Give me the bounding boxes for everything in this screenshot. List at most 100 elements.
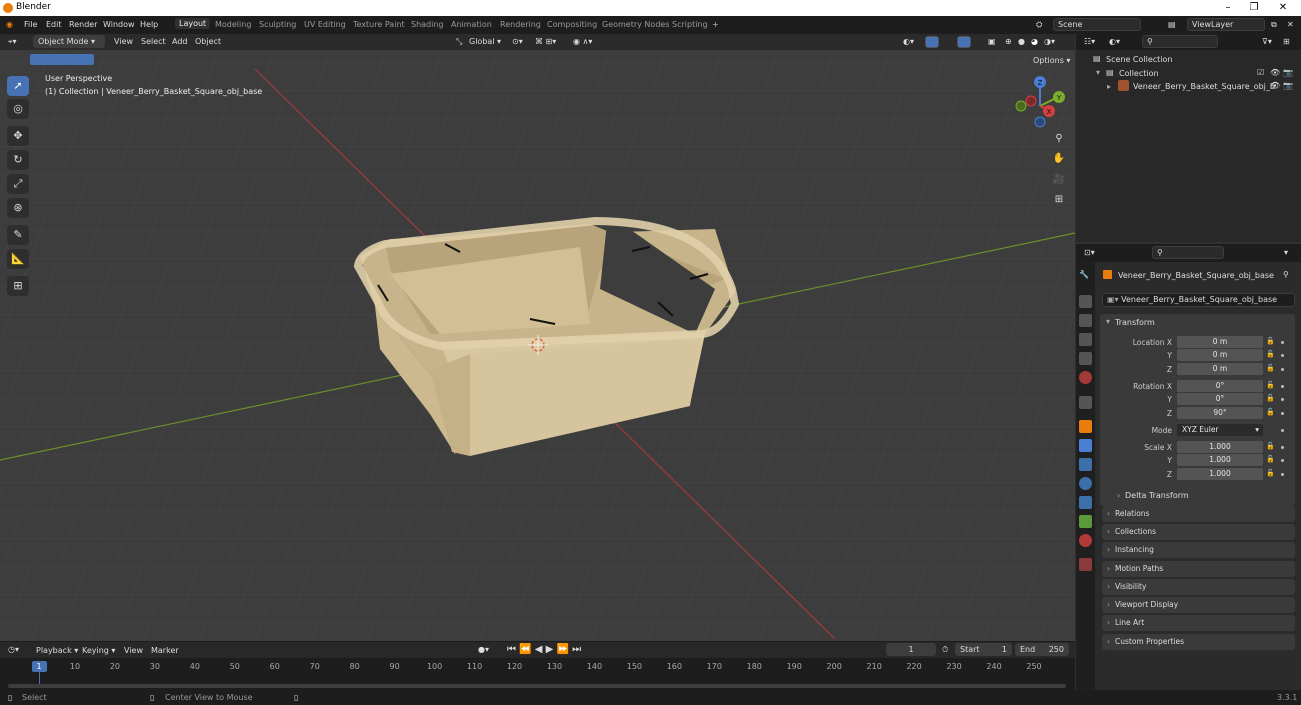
keyframe-dot-icon[interactable] xyxy=(1281,398,1284,401)
orientation-chevron-icon[interactable]: ▾ xyxy=(497,37,501,46)
stopwatch-icon[interactable]: ⏱ xyxy=(942,645,948,655)
location-z-field[interactable]: 0 m xyxy=(1177,363,1263,375)
snap-icon[interactable]: ⌘ ⊞▾ xyxy=(535,37,556,46)
wireframe-shading-icon[interactable]: ⊕ xyxy=(1005,37,1012,46)
start-frame-field[interactable]: Start 1 xyxy=(955,643,1012,656)
collection-checkbox-icon[interactable]: ☑ xyxy=(1257,68,1264,77)
properties-options-icon[interactable]: ▾ xyxy=(1284,248,1288,257)
pin-icon[interactable]: ⚲ xyxy=(1283,270,1289,279)
scene-tab-icon[interactable] xyxy=(1079,352,1092,365)
location-y-field[interactable]: 0 m xyxy=(1177,349,1263,361)
tab-geometry-nodes[interactable]: Geometry Nodes xyxy=(602,20,669,29)
panel-custom-properties[interactable]: Custom Properties xyxy=(1102,634,1295,650)
render-tab-icon[interactable] xyxy=(1079,295,1092,308)
menu-edit[interactable]: Edit xyxy=(46,20,62,29)
constraints-tab-icon[interactable] xyxy=(1079,496,1092,509)
tab-layout[interactable]: Layout xyxy=(175,18,211,29)
keyframe-dot-icon[interactable] xyxy=(1281,354,1284,357)
panel-relations[interactable]: Relations xyxy=(1102,506,1295,522)
scene-field[interactable]: Scene xyxy=(1053,18,1141,31)
scale-x-field[interactable]: 1.000 xyxy=(1177,441,1263,453)
tab-sculpting[interactable]: Sculpting xyxy=(259,20,296,29)
panel-visibility[interactable]: Visibility xyxy=(1102,579,1295,595)
scale-tool[interactable]: ⤢ xyxy=(7,174,29,194)
viewport-menu-select[interactable]: Select xyxy=(141,37,166,46)
3d-viewport[interactable]: Z Y X xyxy=(0,34,1075,641)
viewport-menu-object[interactable]: Object xyxy=(195,37,221,46)
texture-tab-icon[interactable] xyxy=(1079,558,1092,571)
menu-help[interactable]: Help xyxy=(140,20,158,29)
pivot-icon[interactable]: ⊙▾ xyxy=(512,37,523,46)
transform-title[interactable]: Transform xyxy=(1115,318,1155,327)
current-frame-field[interactable]: 1 xyxy=(886,643,936,656)
material-tab-icon[interactable] xyxy=(1079,534,1092,547)
timeline-menu-marker[interactable]: Marker xyxy=(151,646,179,655)
lock-icon[interactable]: 🔓 xyxy=(1266,408,1275,416)
object-eye-icon[interactable]: 👁 xyxy=(1270,81,1280,90)
output-tab-icon[interactable] xyxy=(1079,314,1092,327)
outliner-scene-collection[interactable]: Scene Collection xyxy=(1106,55,1173,64)
move-tool[interactable]: ✥ xyxy=(7,126,29,146)
timeline-menu-view[interactable]: View xyxy=(124,646,143,655)
proportional-edit-icon[interactable]: ◉ ∧▾ xyxy=(573,37,592,46)
visibility-icon[interactable]: ◐▾ xyxy=(903,37,914,46)
panel-collections[interactable]: Collections xyxy=(1102,524,1295,540)
tab-scripting[interactable]: Scripting xyxy=(672,20,708,29)
panel-motion-paths[interactable]: Motion Paths xyxy=(1102,561,1295,577)
filter-icon[interactable]: ⊽▾ xyxy=(1262,37,1272,46)
camera-icon[interactable]: 🎥 xyxy=(1050,171,1068,189)
tab-rendering[interactable]: Rendering xyxy=(500,20,541,29)
object-camera-icon[interactable]: 📷 xyxy=(1283,81,1293,90)
transform-tool[interactable]: ⊛ xyxy=(7,198,29,218)
outliner-search-input[interactable]: ⚲ xyxy=(1142,35,1218,48)
tab-animation[interactable]: Animation xyxy=(451,20,492,29)
lock-icon[interactable]: 🔓 xyxy=(1266,455,1275,463)
lock-icon[interactable]: 🔓 xyxy=(1266,469,1275,477)
scale-y-field[interactable]: 1.000 xyxy=(1177,454,1263,466)
keyframe-dot-icon[interactable] xyxy=(1281,385,1284,388)
rotation-mode-select[interactable]: XYZ Euler ▾ xyxy=(1177,424,1263,436)
rotation-x-field[interactable]: 0° xyxy=(1177,380,1263,392)
ortho-grid-icon[interactable]: ⊞ xyxy=(1050,191,1068,209)
overlay-toggle-icon[interactable] xyxy=(957,36,971,48)
delta-transform-subpanel[interactable]: Delta Transform xyxy=(1125,491,1189,500)
keyframe-dot-icon[interactable] xyxy=(1281,446,1284,449)
data-tab-icon[interactable] xyxy=(1079,515,1092,528)
cursor-tool[interactable]: ◎ xyxy=(7,99,29,119)
scene-icon[interactable]: ⛭ xyxy=(1036,20,1042,30)
modifier-tab-icon[interactable] xyxy=(1079,439,1092,452)
physics-tab-icon[interactable] xyxy=(1079,477,1092,490)
options-button[interactable]: Options ▾ xyxy=(1028,54,1076,67)
material-shading-icon[interactable]: ◕ xyxy=(1031,37,1038,46)
measure-tool[interactable]: 📐 xyxy=(7,249,29,269)
outliner-object[interactable]: Veneer_Berry_Basket_Square_obj_b xyxy=(1133,82,1275,91)
collection-tab-icon[interactable] xyxy=(1079,396,1092,409)
delta-expand-icon[interactable]: › xyxy=(1117,491,1120,500)
tab-compositing[interactable]: Compositing xyxy=(547,20,597,29)
select-mode-buttons[interactable] xyxy=(30,54,94,65)
particles-tab-icon[interactable] xyxy=(1079,458,1092,471)
add-workspace-button[interactable]: + xyxy=(712,20,719,29)
collection-camera-icon[interactable]: 📷 xyxy=(1283,68,1293,77)
annotate-tool[interactable]: ✎ xyxy=(7,225,29,245)
outliner-collection[interactable]: Collection xyxy=(1119,69,1159,78)
tab-shading[interactable]: Shading xyxy=(411,20,444,29)
properties-editor-icon[interactable]: ⊡▾ xyxy=(1084,248,1095,257)
rotation-z-field[interactable]: 90° xyxy=(1177,407,1263,419)
pan-hand-icon[interactable]: ✋ xyxy=(1050,150,1068,168)
remove-view-layer-icon[interactable]: ✕ xyxy=(1287,20,1294,29)
rendered-shading-icon[interactable]: ◑▾ xyxy=(1044,37,1055,46)
collection-eye-icon[interactable]: 👁 xyxy=(1270,68,1280,77)
timeline-menu-playback[interactable]: Playback ▾ xyxy=(36,646,78,655)
orientation-selector[interactable]: Global xyxy=(469,37,495,46)
tab-texture-paint[interactable]: Texture Paint xyxy=(353,20,405,29)
world-tab-icon[interactable] xyxy=(1079,371,1092,384)
transform-expand-icon[interactable]: ▾ xyxy=(1106,317,1110,326)
location-x-field[interactable]: 0 m xyxy=(1177,336,1263,348)
object-name-field[interactable]: ▣▾ Veneer_Berry_Basket_Square_obj_base xyxy=(1102,293,1295,307)
view-layer-icon[interactable]: ▤ xyxy=(1168,20,1176,29)
object-expand-icon[interactable]: ▸ xyxy=(1107,82,1111,91)
add-cube-tool[interactable]: ⊞ xyxy=(7,276,29,296)
collection-expand-icon[interactable]: ▾ xyxy=(1096,68,1100,77)
menu-render[interactable]: Render xyxy=(69,20,97,29)
